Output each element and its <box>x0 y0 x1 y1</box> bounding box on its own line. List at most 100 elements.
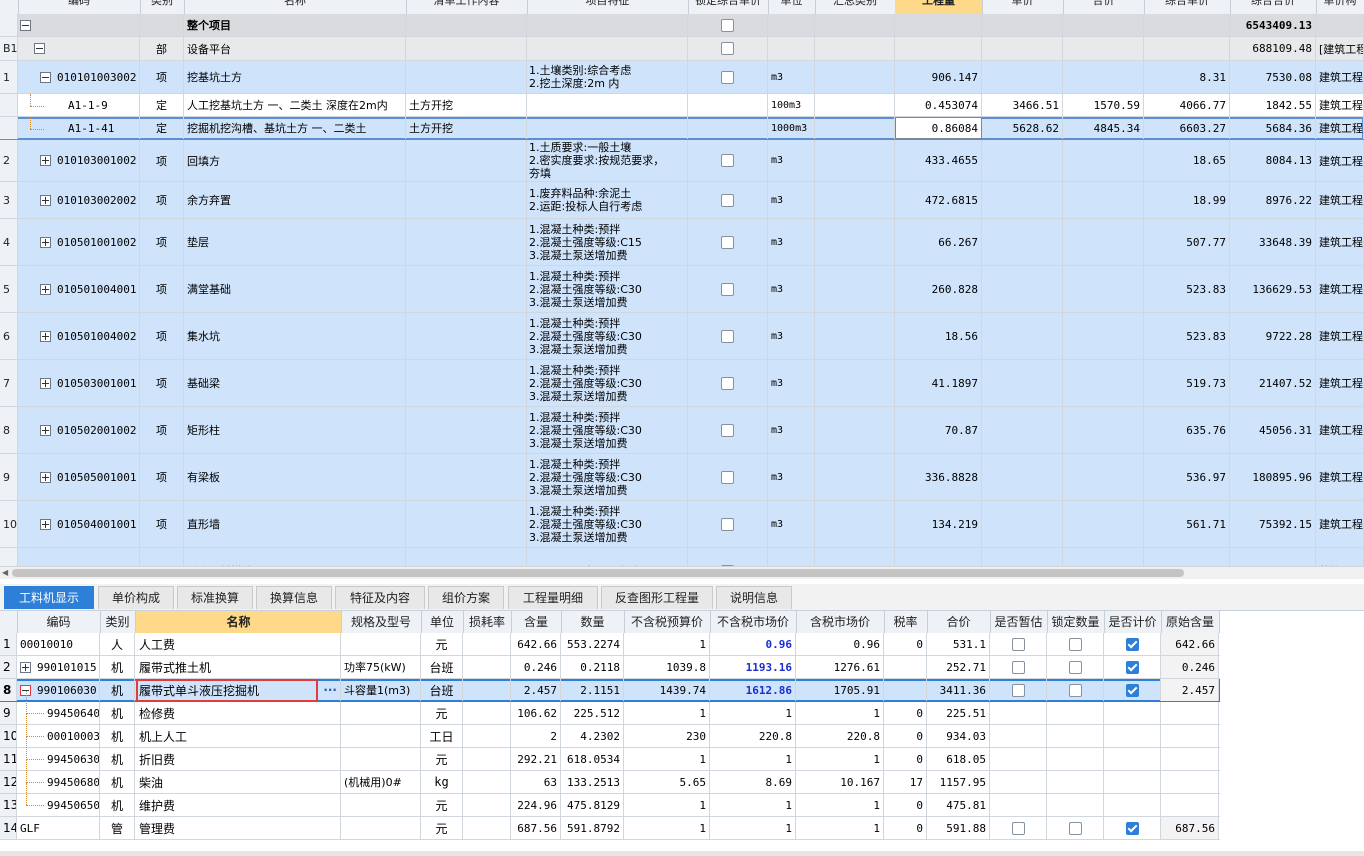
item-name[interactable]: 基础梁 <box>184 360 406 406</box>
is-priced-checkbox[interactable] <box>1125 821 1139 835</box>
resource-header-12[interactable]: 合价 <box>927 611 991 633</box>
market-price[interactable]: 220.8 <box>710 725 796 747</box>
resource-name[interactable]: 履带式单斗液压挖掘机 ··· <box>136 679 341 701</box>
item-name[interactable]: 设备平台 <box>184 37 406 60</box>
scrollbar-thumb[interactable] <box>12 569 1184 577</box>
item-feature[interactable]: 1.混凝土种类:预拌 2.混凝土强度等级:C30 3.混凝土泵送增加费 <box>527 407 688 453</box>
item-quantity[interactable]: 336.8828 <box>895 454 982 500</box>
top-header-7[interactable]: 汇总类别 <box>815 0 896 14</box>
tab-2[interactable]: 标准换算 <box>177 586 253 609</box>
top-header-5[interactable]: 锁定综合单价 <box>688 0 769 14</box>
collapse-icon[interactable] <box>40 71 51 83</box>
lock-checkbox[interactable] <box>721 70 734 84</box>
tab-7[interactable]: 反查图形工程量 <box>601 586 713 609</box>
resource-name[interactable]: 柴油 <box>136 771 341 793</box>
bill-row[interactable]: A1-1-41 定 挖掘机挖沟槽、基坑土方 一、二类土 土方开挖 1000m3 0.860… <box>0 117 1364 140</box>
tab-3[interactable]: 换算信息 <box>256 586 332 609</box>
resource-name[interactable]: 履带式推土机 <box>136 656 341 678</box>
item-name[interactable]: 矩形柱 <box>184 407 406 453</box>
resource-header-4[interactable]: 单位 <box>421 611 464 633</box>
market-price[interactable]: 1 <box>710 748 796 770</box>
is-estimated[interactable] <box>990 656 1047 678</box>
lock-checkbox[interactable] <box>721 42 734 55</box>
is-estimated[interactable] <box>990 794 1047 816</box>
market-price[interactable]: 1 <box>710 817 796 839</box>
item-feature[interactable]: 1.混凝土种类:预拌 2.混凝土强度等级:C15 3.混凝土泵送增加费 <box>527 219 688 265</box>
resource-row[interactable]: 11 99450630 机折旧费元 292.21 618.0534 1 1 1 0 618.05 <box>0 737 1220 771</box>
top-header-4[interactable]: 项目特征 <box>527 0 689 14</box>
resource-row[interactable]: 2 990101015 机 履带式推土机 功率75(kW) 台班 0.246 0.2118 10… <box>0 656 1220 679</box>
item-quantity[interactable]: 472.6815 <box>895 182 982 218</box>
is-estimated-checkbox[interactable] <box>1011 637 1025 651</box>
item-quantity[interactable]: 260.828 <box>895 266 982 312</box>
tab-6[interactable]: 工程量明细 <box>508 586 598 609</box>
item-name[interactable]: 垫层 <box>184 219 406 265</box>
resource-spec[interactable]: 功率75(kW) <box>341 656 421 678</box>
resource-header-2[interactable]: 名称 <box>136 611 342 633</box>
lock-checkbox[interactable] <box>721 154 734 167</box>
item-quantity[interactable]: 66.267 <box>895 219 982 265</box>
resource-header-0[interactable]: 编码 <box>17 611 101 633</box>
resource-row[interactable]: 8 990106030 机 履带式单斗液压挖掘机 ··· 斗容量1(m3) 台班 2.457 2… <box>0 679 1220 702</box>
resource-row[interactable]: 13 99450650 机 维护费 元 224.96 475.8129 1 1 1 0 475.81 <box>0 783 1220 817</box>
expand-icon[interactable] <box>40 330 51 342</box>
content[interactable]: 0.246 <box>511 656 561 678</box>
lock-quantity[interactable] <box>1047 702 1104 724</box>
resource-spec[interactable] <box>341 794 421 816</box>
content[interactable]: 2 <box>511 725 561 747</box>
lock-checkbox[interactable] <box>721 282 734 296</box>
expand-icon[interactable] <box>40 377 51 389</box>
lock-price[interactable] <box>688 407 768 453</box>
lock-quantity[interactable] <box>1047 633 1104 655</box>
is-priced-checkbox[interactable] <box>1125 637 1139 651</box>
lock-checkbox[interactable] <box>721 376 734 390</box>
resource-header-5[interactable]: 损耗率 <box>463 611 512 633</box>
lock-price[interactable] <box>688 360 768 406</box>
quantity[interactable]: 0.2118 <box>561 656 624 678</box>
is-estimated[interactable] <box>990 725 1047 747</box>
bill-row[interactable]: 9 010505001001 项 有梁板 1.混凝土种类:预拌 2.混凝土强度等级:C30… <box>0 454 1364 501</box>
item-feature[interactable]: 1.混凝土种类:预拌 2.混凝土强度等级:C30 3.混凝土泵送增加费 <box>527 360 688 406</box>
item-name[interactable]: 集水坑 <box>184 313 406 359</box>
market-price[interactable]: 1 <box>710 794 796 816</box>
market-price[interactable]: 8.69 <box>710 771 796 793</box>
item-name[interactable]: 余方弃置 <box>184 182 406 218</box>
lock-quantity[interactable] <box>1047 771 1104 793</box>
bill-row[interactable]: 8 010502001002 项 矩形柱 1.混凝土种类:预拌 2.混凝土强度等级:C30… <box>0 407 1364 454</box>
is-priced[interactable] <box>1104 817 1161 839</box>
lock-quantity[interactable] <box>1047 656 1104 678</box>
tab-5[interactable]: 组价方案 <box>428 586 504 609</box>
quantity[interactable]: 225.512 <box>561 702 624 724</box>
bill-row[interactable]: 11011101003001项耐磨骨料搓地面 1.50厚C30细石混凝土 m2 206… <box>0 548 1364 566</box>
lock-quantity-checkbox[interactable] <box>1068 660 1082 674</box>
resource-row[interactable]: 1 00010010 人 人工费 元 642.66 553.2274 1 0.96 0.96 0 53… <box>0 633 1220 656</box>
resource-header-8[interactable]: 不含税预算价 <box>624 611 711 633</box>
item-name[interactable]: 挖基坑土方 <box>184 61 406 93</box>
top-header-2[interactable]: 名称 <box>184 0 407 14</box>
market-price[interactable]: 0.96 <box>710 633 796 655</box>
item-quantity[interactable] <box>895 14 982 36</box>
is-estimated[interactable] <box>990 817 1047 839</box>
resource-row[interactable]: 9 99450640 机 检修费 元 106.62 225.512 1 1 1 0 225.51 <box>0 691 1220 725</box>
is-priced-checkbox[interactable] <box>1125 660 1139 674</box>
quantity[interactable]: 618.0534 <box>561 748 624 770</box>
item-name[interactable]: 满堂基础 <box>184 266 406 312</box>
lock-price[interactable] <box>688 548 768 566</box>
content[interactable]: 63 <box>511 771 561 793</box>
bill-row[interactable]: 1 010101003002 项 挖基坑土方 1.土壤类别:综合考虑 2.挖土深度:2m … <box>0 61 1364 94</box>
lock-checkbox[interactable] <box>721 423 734 437</box>
top-header-1[interactable]: 类别 <box>140 0 185 14</box>
is-estimated[interactable] <box>990 771 1047 793</box>
is-priced[interactable] <box>1104 748 1161 770</box>
is-priced[interactable] <box>1104 771 1161 793</box>
top-header-6[interactable]: 单位 <box>768 0 816 14</box>
lock-checkbox[interactable] <box>721 193 734 207</box>
tab-8[interactable]: 说明信息 <box>716 586 792 609</box>
is-priced[interactable] <box>1104 679 1161 701</box>
top-header-12[interactable]: 综合合价 <box>1230 0 1317 14</box>
collapse-icon[interactable] <box>20 19 31 31</box>
lock-price[interactable] <box>688 61 768 93</box>
content[interactable]: 642.66 <box>511 633 561 655</box>
content[interactable]: 292.21 <box>511 748 561 770</box>
is-priced[interactable] <box>1104 794 1161 816</box>
